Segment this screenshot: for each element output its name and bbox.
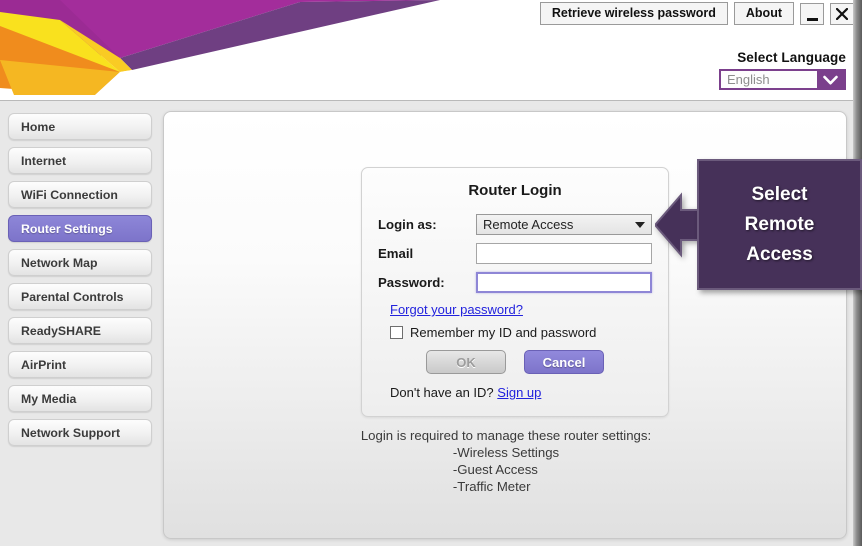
sidebar-item-label: ReadySHARE <box>21 323 101 338</box>
sidebar-item-label: Parental Controls <box>21 289 124 304</box>
login-requirement-note: Login is required to manage these router… <box>164 427 846 495</box>
page-header: Retrieve wireless password About Select … <box>0 0 862 100</box>
select-language-label: Select Language <box>737 50 846 65</box>
login-button-row: OK Cancel <box>378 350 652 374</box>
brand-logo-graphic <box>0 0 440 95</box>
login-as-row: Login as: Remote Access <box>378 214 652 235</box>
router-login-title: Router Login <box>468 182 562 199</box>
sidebar-item-label: Internet <box>21 153 67 168</box>
sidebar-item-label: WiFi Connection <box>21 187 118 202</box>
sidebar-item-network-map[interactable]: Network Map <box>8 249 152 276</box>
callout-line-1: Select <box>751 183 808 205</box>
email-label: Email <box>378 246 414 261</box>
callout-line-3: Access <box>746 243 813 265</box>
forgot-password-link[interactable]: Forgot your password? <box>390 302 523 317</box>
close-glyph <box>836 7 848 20</box>
signup-prefix-text: Don't have an ID? <box>390 385 498 400</box>
note-line-2: -Wireless Settings <box>452 445 560 460</box>
sidebar-item-label: Home <box>21 119 56 134</box>
signup-row: Don't have an ID? Sign up <box>390 385 652 400</box>
caret-down-icon <box>635 221 645 228</box>
remember-label: Remember my ID and password <box>410 325 597 340</box>
password-row: Password: <box>378 272 652 293</box>
sidebar-item-network-support[interactable]: Network Support <box>8 419 152 446</box>
about-button[interactable]: About <box>733 2 794 25</box>
sidebar-item-my-media[interactable]: My Media <box>8 385 152 412</box>
language-selector-block: Select Language English <box>719 50 846 90</box>
sidebar-item-parental-controls[interactable]: Parental Controls <box>8 283 152 310</box>
sidebar-item-home[interactable]: Home <box>8 113 152 140</box>
password-field[interactable] <box>476 272 652 293</box>
login-as-select[interactable]: Remote Access <box>476 214 652 235</box>
sidebar-item-airprint[interactable]: AirPrint <box>8 351 152 378</box>
router-admin-window: Retrieve wireless password About Select … <box>0 0 862 546</box>
email-field[interactable] <box>476 243 652 264</box>
minimize-icon[interactable] <box>800 2 824 25</box>
sidebar-item-label: Router Settings <box>21 221 113 236</box>
sidebar-navigation: Home Internet WiFi Connection Router Set… <box>0 101 160 546</box>
sidebar-item-wifi-connection[interactable]: WiFi Connection <box>8 181 152 208</box>
note-line-3: -Guest Access <box>452 462 538 477</box>
chevron-down-icon <box>817 71 844 88</box>
retrieve-wireless-password-button[interactable]: Retrieve wireless password <box>539 2 728 25</box>
callout-line-2: Remote <box>744 213 815 235</box>
router-login-card: Router Login Login as: Remote Access Ema… <box>361 167 669 417</box>
note-line-1: Login is required to manage these router… <box>360 428 652 443</box>
login-as-label: Login as: <box>378 217 437 232</box>
sidebar-item-label: My Media <box>21 391 77 406</box>
close-icon[interactable] <box>830 2 854 25</box>
remember-row: Remember my ID and password <box>390 325 652 340</box>
forgot-password-row: Forgot your password? <box>390 301 652 319</box>
sidebar-item-label: Network Map <box>21 255 98 270</box>
remember-checkbox[interactable] <box>390 326 403 339</box>
language-select[interactable]: English <box>719 69 846 90</box>
sidebar-item-router-settings[interactable]: Router Settings <box>8 215 152 242</box>
language-select-value: English <box>721 71 817 88</box>
callout-text: Select Remote Access <box>745 180 815 270</box>
note-line-4: -Traffic Meter <box>452 479 531 494</box>
sidebar-item-internet[interactable]: Internet <box>8 147 152 174</box>
sidebar-item-label: Network Support <box>21 425 121 440</box>
sidebar-item-readyshare[interactable]: ReadySHARE <box>8 317 152 344</box>
ok-button[interactable]: OK <box>426 350 506 374</box>
minimize-glyph <box>806 17 818 21</box>
cancel-button[interactable]: Cancel <box>524 350 604 374</box>
email-row: Email <box>378 243 652 264</box>
logo-svg <box>0 0 440 95</box>
callout-select-remote-access: Select Remote Access <box>697 159 862 290</box>
titlebar-buttons: Retrieve wireless password About <box>539 2 854 25</box>
sidebar-item-label: AirPrint <box>21 357 67 372</box>
sign-up-link[interactable]: Sign up <box>497 385 541 400</box>
password-label: Password: <box>378 275 445 290</box>
login-as-select-value: Remote Access <box>483 217 574 232</box>
